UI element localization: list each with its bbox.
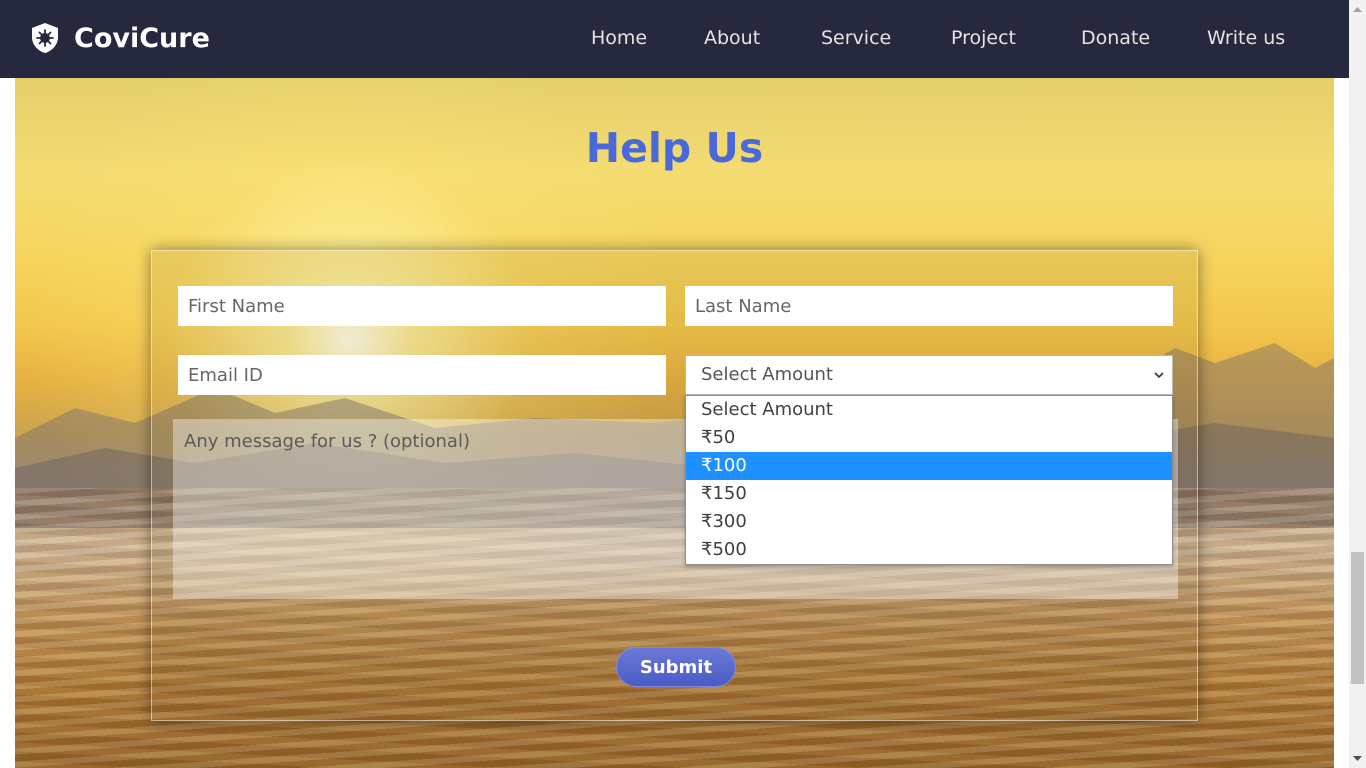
scrollbar-thumb[interactable]: [1351, 552, 1364, 684]
brand-name: CoviCure: [74, 22, 210, 54]
brand[interactable]: CoviCure: [30, 22, 210, 54]
amount-dropdown-list: Select Amount ₹50 ₹100 ₹150 ₹300 ₹500: [685, 395, 1173, 565]
navbar: CoviCure Home About Service Project Dona…: [0, 0, 1349, 78]
email-input[interactable]: [178, 355, 666, 395]
shield-virus-icon: [32, 23, 58, 53]
amount-option-select[interactable]: Select Amount: [686, 396, 1172, 424]
nav-write-us-link[interactable]: Write us: [1207, 27, 1285, 49]
nav-about-link[interactable]: About: [704, 27, 760, 49]
submit-button[interactable]: Submit: [616, 647, 736, 687]
amount-option-300[interactable]: ₹300: [686, 508, 1172, 536]
last-name-input[interactable]: [685, 286, 1173, 326]
amount-option-150[interactable]: ₹150: [686, 480, 1172, 508]
page-scrollbar[interactable]: [1349, 0, 1366, 768]
amount-option-500[interactable]: ₹500: [686, 536, 1172, 564]
page-title: Help Us: [585, 124, 764, 172]
nav-home-link[interactable]: Home: [591, 27, 647, 49]
amount-option-100[interactable]: ₹100: [686, 452, 1172, 480]
amount-select[interactable]: Select Amount: [685, 355, 1173, 395]
nav-service-link[interactable]: Service: [821, 27, 891, 49]
amount-select-value: Select Amount: [701, 364, 833, 385]
first-name-input[interactable]: [178, 286, 666, 326]
scroll-down-arrow-icon[interactable]: [1352, 755, 1363, 763]
nav-project-link[interactable]: Project: [951, 27, 1016, 49]
scroll-up-arrow-icon[interactable]: [1352, 5, 1363, 13]
chevron-down-icon: [1154, 372, 1164, 379]
amount-option-50[interactable]: ₹50: [686, 424, 1172, 452]
nav-donate-link[interactable]: Donate: [1081, 27, 1150, 49]
